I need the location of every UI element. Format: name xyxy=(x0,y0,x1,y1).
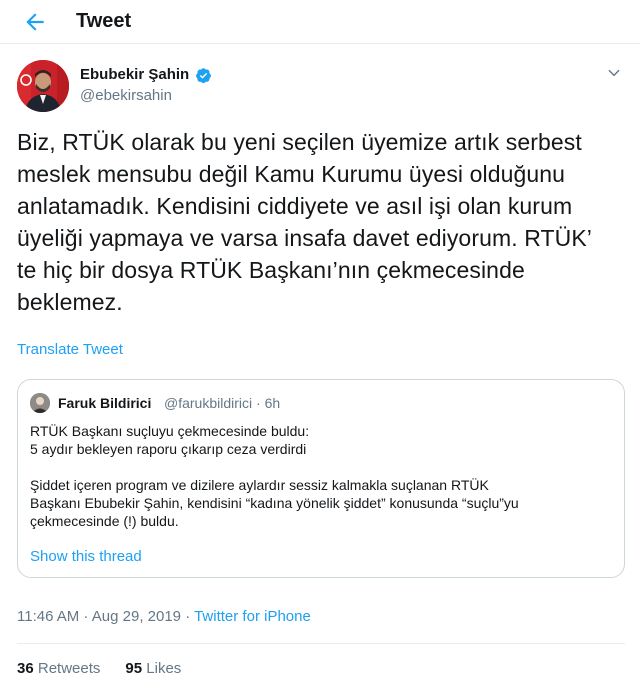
tweet-meta: 11:46 AM · Aug 29, 2019 · Twitter for iP… xyxy=(17,608,311,625)
divider xyxy=(17,643,625,644)
quoted-tweet[interactable]: Faruk Bildirici @farukbildirici · 6h RTÜ… xyxy=(17,379,625,578)
quoted-avatar xyxy=(30,393,50,413)
top-bar: Tweet xyxy=(0,0,640,44)
tweet-source-link[interactable]: Twitter for iPhone xyxy=(194,608,311,625)
avatar-image xyxy=(17,60,69,112)
retweets-stat[interactable]: 36 Retweets xyxy=(17,660,100,677)
likes-stat[interactable]: 95 Likes xyxy=(125,660,181,677)
quoted-avatar-image xyxy=(30,393,50,413)
arrow-left-icon[interactable] xyxy=(22,9,48,35)
show-thread-link[interactable]: Show this thread xyxy=(30,548,142,565)
quoted-text: RTÜK Başkanı suçluyu çekmecesinde buldu:… xyxy=(30,423,519,529)
tweet-text: Biz, RTÜK olarak bu yeni seçilen üyemize… xyxy=(17,129,593,315)
verified-badge-icon xyxy=(196,68,211,84)
likes-label: Likes xyxy=(146,660,182,677)
engagement-stats: 36 Retweets 95 Likes xyxy=(17,660,181,677)
retweets-count: 36 xyxy=(17,660,34,677)
quoted-author-handle: @farukbildirici xyxy=(164,395,253,411)
page-title: Tweet xyxy=(76,10,132,32)
likes-count: 95 xyxy=(125,660,143,677)
author-name[interactable]: Ebubekir Şahin xyxy=(80,66,189,83)
tweet-time[interactable]: 11:46 AM xyxy=(17,608,79,625)
quoted-author-meta: @farukbildirici · 6h xyxy=(164,395,281,411)
author-handle[interactable]: @ebekirsahin xyxy=(80,87,172,104)
quoted-author-name: Faruk Bildirici xyxy=(58,395,152,411)
quoted-time: 6h xyxy=(264,395,281,411)
chevron-down-icon[interactable] xyxy=(607,66,621,80)
avatar[interactable] xyxy=(17,60,69,112)
retweets-label: Retweets xyxy=(37,660,101,677)
tweet-date[interactable]: Aug 29, 2019 xyxy=(92,608,181,625)
translate-tweet-link[interactable]: Translate Tweet xyxy=(17,341,123,358)
